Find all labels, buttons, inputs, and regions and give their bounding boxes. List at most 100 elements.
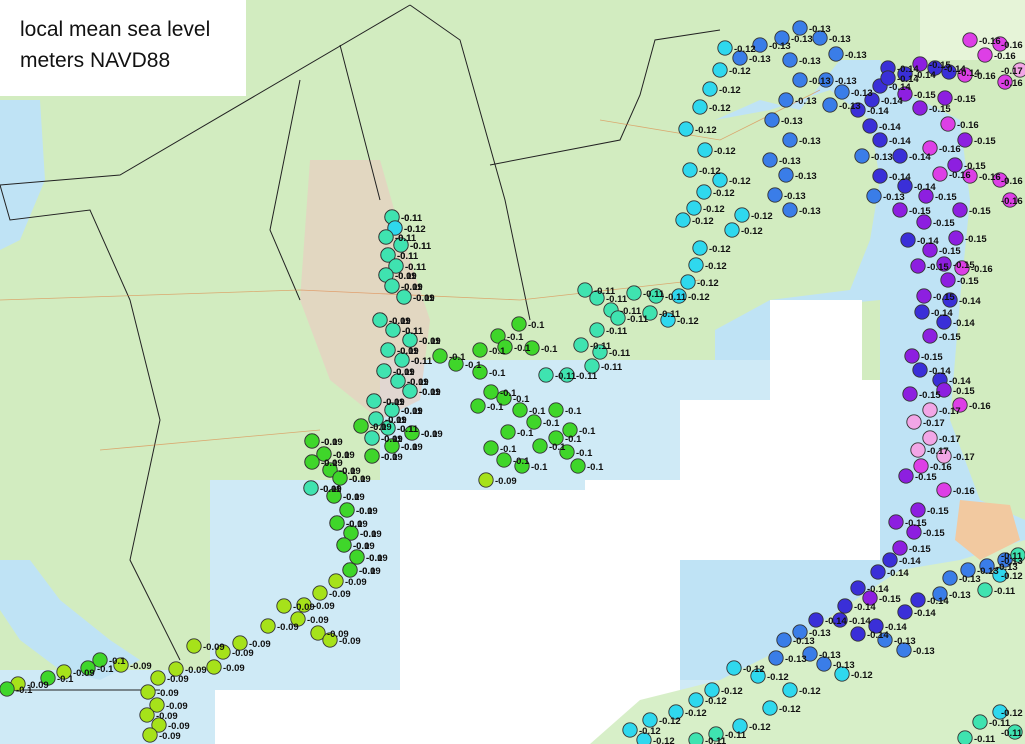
station-value-label: -0.09 [345,577,367,588]
station-marker [977,47,993,63]
station-value-label: -0.16 [979,172,1001,183]
station-value-label: -0.11 [555,371,577,382]
station-marker [150,670,166,686]
station-value-label: -0.15 [921,352,943,363]
station-marker [432,348,448,364]
station-marker [500,424,516,440]
station-marker [782,52,798,68]
station-value-label: -0.11 [413,293,435,304]
station-value-label: -0.15 [933,218,955,229]
station-value-label: -0.1 [513,456,530,467]
station-marker [364,448,380,464]
station-value-label: -0.14 [849,616,871,627]
station-value-label: -0.09 [130,661,152,672]
station-value-label: -0.1 [579,426,596,437]
station-marker [483,384,499,400]
station-value-label: -0.16 [1001,78,1023,89]
station-value-label: -0.15 [914,90,936,101]
station-marker [910,258,926,274]
station-value-label: -0.1 [321,437,338,448]
station-value-label: -0.13 [795,96,817,107]
station-marker [186,638,202,654]
station-value-label: -0.11 [601,362,623,373]
station-marker [328,573,344,589]
station-marker [910,442,926,458]
station-value-label: -0.15 [927,262,949,273]
station-value-label: -0.1 [421,429,438,440]
station-value-label: -0.14 [885,622,907,633]
station-value-label: -0.12 [713,188,735,199]
station-marker [932,166,948,182]
station-marker [139,707,155,723]
station-marker [940,272,956,288]
station-value-label: -0.13 [795,171,817,182]
station-marker [916,288,932,304]
station-value-label: -0.12 [659,716,681,727]
station-value-label: -0.09 [223,663,245,674]
station-value-label: -0.13 [851,88,873,99]
station-value-label: -0.16 [957,120,979,131]
station-marker [822,97,838,113]
station-value-label: -0.14 [887,568,909,579]
station-value-label: -0.14 [931,308,953,319]
station-marker [882,552,898,568]
station-marker [922,430,938,446]
station-value-label: -0.1 [487,402,504,413]
station-value-label: -0.15 [969,206,991,217]
station-value-label: -0.15 [929,104,951,115]
station-marker [870,564,886,580]
station-value-label: -0.17 [927,446,949,457]
station-value-label: -0.11 [665,292,687,303]
station-marker [570,458,586,474]
station-marker [914,304,930,320]
station-value-label: -0.1 [381,452,398,463]
station-marker [900,232,916,248]
station-value-label: -0.16 [1001,196,1023,207]
station-marker [142,727,158,743]
station-value-label: -0.11 [419,336,441,347]
station-marker [206,659,222,675]
station-value-label: -0.13 [799,56,821,67]
station-value-label: -0.17 [953,452,975,463]
station-marker [892,540,908,556]
station-value-label: -0.12 [851,670,873,681]
station-marker [688,732,704,744]
station-value-label: -0.12 [714,146,736,157]
station-value-label: -0.12 [729,66,751,77]
station-marker [688,257,704,273]
station-marker [712,62,728,78]
station-value-label: -0.1 [507,332,524,343]
station-value-label: -0.09 [329,589,351,600]
station-marker [854,148,870,164]
station-value-label: -0.09 [495,476,517,487]
station-marker [478,472,494,488]
station-value-label: -0.14 [917,236,939,247]
station-value-label: -0.1 [576,448,593,459]
station-marker [767,187,783,203]
station-marker [675,212,691,228]
station-value-label: -0.15 [923,528,945,539]
station-value-label: -0.1 [500,444,517,455]
station-value-label: -0.12 [1001,571,1023,582]
station-value-label: -0.1 [565,406,582,417]
station-marker [962,32,978,48]
station-value-label: -0.17 [939,434,961,445]
station-value-label: -0.16 [1001,40,1023,51]
station-marker [376,363,392,379]
station-value-label: -0.13 [781,116,803,127]
station-marker [336,537,352,553]
station-value-label: -0.14 [927,596,949,607]
station-marker [892,148,908,164]
station-value-label: -0.13 [785,654,807,665]
station-value-label: -0.15 [909,544,931,555]
station-marker [897,604,913,620]
station-marker [372,312,388,328]
station-value-label: -0.11 [395,271,417,282]
station-value-label: -0.14 [867,106,889,117]
station-value-label: -0.13 [749,54,771,65]
station-marker [682,162,698,178]
station-value-label: -0.12 [697,278,719,289]
station-marker [260,618,276,634]
station-marker [850,626,866,642]
station-marker [906,414,922,430]
